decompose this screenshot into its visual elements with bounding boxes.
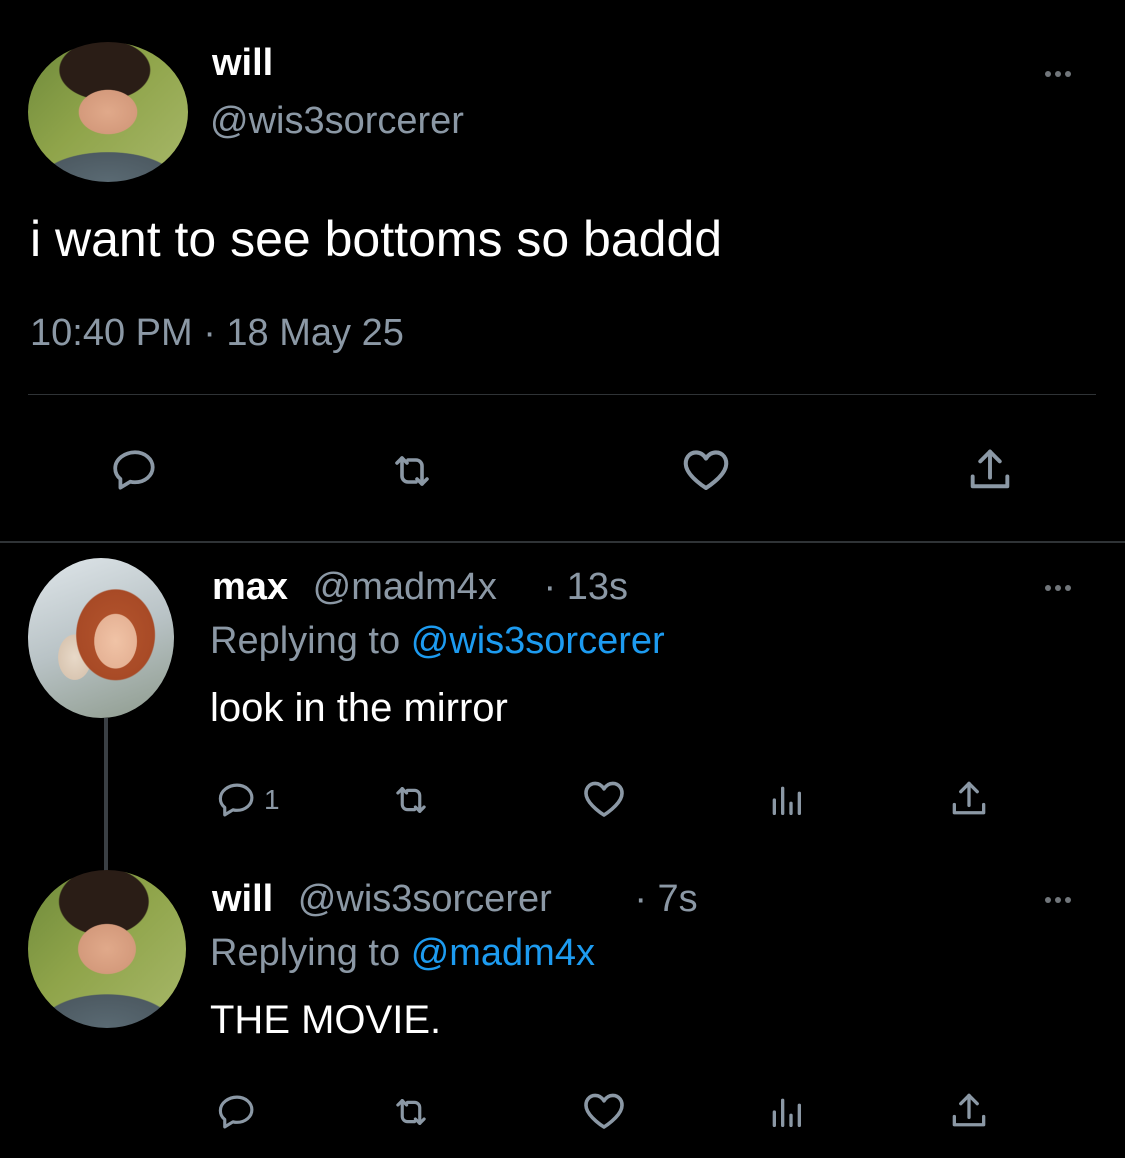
- reply-time[interactable]: · 13s: [543, 566, 627, 608]
- replying-to: Replying to @wis3sorcerer: [210, 620, 665, 663]
- reply-header: will @wis3sorcerer · 7s: [212, 878, 698, 921]
- like-icon: [683, 450, 729, 491]
- share-button[interactable]: [946, 777, 992, 821]
- share-button[interactable]: [962, 444, 1018, 496]
- divider: [28, 394, 1096, 395]
- retweet-icon: [396, 787, 426, 813]
- reply-text: look in the mirror: [210, 686, 508, 730]
- tweet-timestamp[interactable]: 10:40 PM · 18 May 25: [30, 312, 404, 355]
- share-button[interactable]: [946, 1089, 992, 1133]
- share-icon: [970, 449, 1010, 489]
- retweet-button[interactable]: [382, 447, 442, 495]
- like-button[interactable]: [578, 1087, 630, 1135]
- replying-to-handle[interactable]: @madm4x: [411, 932, 595, 974]
- share-icon: [952, 781, 986, 815]
- section-divider: [0, 541, 1125, 543]
- reply-icon: [218, 1095, 254, 1129]
- like-icon: [584, 1093, 624, 1129]
- reply-header: max @madm4x · 13s: [212, 566, 628, 609]
- tweet-text: i want to see bottoms so baddd: [30, 211, 723, 267]
- author-name[interactable]: will: [212, 42, 273, 85]
- author-name[interactable]: max: [212, 566, 288, 608]
- more-options-icon[interactable]: [1045, 71, 1071, 77]
- replying-to-handle[interactable]: @wis3sorcerer: [411, 620, 665, 662]
- author-handle[interactable]: @wis3sorcerer: [298, 878, 552, 920]
- reply-text: THE MOVIE.: [210, 998, 442, 1042]
- more-options-icon[interactable]: [1045, 585, 1071, 591]
- like-button[interactable]: [578, 775, 630, 823]
- thread-line: [104, 718, 108, 874]
- replying-to-label: Replying to: [210, 932, 401, 974]
- retweet-icon: [396, 1099, 426, 1125]
- avatar[interactable]: [28, 558, 174, 718]
- reply-button[interactable]: [108, 445, 162, 495]
- author-name[interactable]: will: [212, 878, 273, 920]
- reply-button[interactable]: [214, 1091, 264, 1133]
- share-icon: [952, 1093, 986, 1127]
- author-handle[interactable]: @madm4x: [313, 566, 497, 608]
- like-button[interactable]: [676, 443, 736, 497]
- retweet-icon: [395, 456, 429, 486]
- reply-count: 1: [264, 784, 280, 815]
- avatar[interactable]: [28, 870, 186, 1028]
- reply-time[interactable]: · 7s: [634, 878, 697, 920]
- reply-button[interactable]: 1: [214, 779, 280, 821]
- analytics-icon: [772, 1098, 801, 1127]
- more-options-icon[interactable]: [1045, 897, 1071, 903]
- reply-icon: [113, 450, 155, 490]
- replying-to: Replying to @madm4x: [210, 932, 595, 975]
- author-handle[interactable]: @wis3sorcerer: [210, 100, 464, 143]
- analytics-button[interactable]: [764, 1092, 808, 1132]
- reply-icon: [218, 783, 254, 817]
- avatar[interactable]: [28, 42, 188, 182]
- analytics-button[interactable]: [764, 780, 808, 820]
- retweet-button[interactable]: [384, 1091, 438, 1133]
- like-icon: [584, 781, 624, 817]
- retweet-button[interactable]: [384, 779, 438, 821]
- analytics-icon: [772, 786, 801, 815]
- replying-to-label: Replying to: [210, 620, 401, 662]
